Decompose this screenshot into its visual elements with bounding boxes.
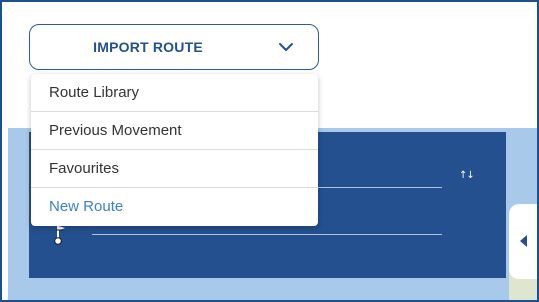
import-route-label: IMPORT ROUTE (93, 39, 203, 55)
collapse-panel-tab[interactable] (509, 204, 537, 279)
route-input-underline-2 (92, 234, 442, 235)
menu-item-new-route[interactable]: New Route (31, 188, 318, 226)
map-pin-icon (54, 226, 65, 245)
menu-item-favourites[interactable]: Favourites (31, 150, 318, 188)
sort-icon[interactable]: ↑↓ (459, 169, 475, 183)
import-route-dropdown: Route Library Previous Movement Favourit… (31, 74, 318, 226)
import-route-button[interactable]: IMPORT ROUTE (29, 24, 319, 70)
chevron-left-icon (520, 235, 527, 247)
chevron-down-icon (279, 43, 293, 51)
app-frame: ↑↓ IMPORT ROUTE Route Library Previous M… (0, 0, 539, 302)
menu-item-route-library[interactable]: Route Library (31, 74, 318, 112)
map-edge (2, 128, 8, 300)
menu-item-previous-movement[interactable]: Previous Movement (31, 112, 318, 150)
